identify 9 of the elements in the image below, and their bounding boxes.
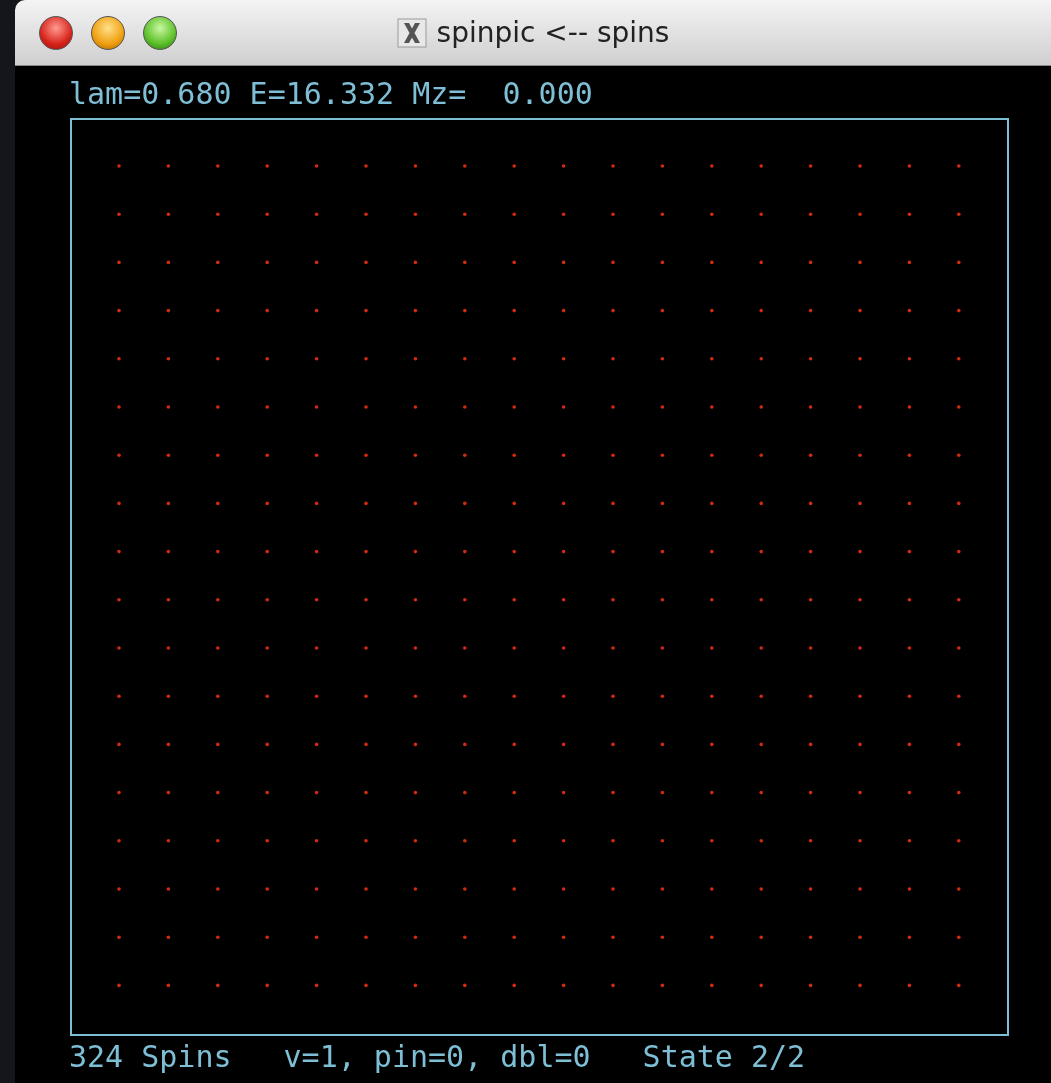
energy-readout: lam=0.680 E=16.332 Mz= 0.000 (69, 76, 593, 111)
spin-count: 324 Spins (69, 1042, 232, 1072)
window-title: spinpic <-- spins (436, 14, 670, 51)
x11-icon (396, 17, 427, 48)
parameters-readout: v=1, pin=0, dbl=0 (283, 1042, 591, 1072)
zoom-button[interactable] (143, 15, 177, 50)
state-indicator: State 2/2 (642, 1042, 806, 1072)
close-button[interactable] (39, 15, 73, 50)
minimize-button[interactable] (91, 15, 125, 50)
